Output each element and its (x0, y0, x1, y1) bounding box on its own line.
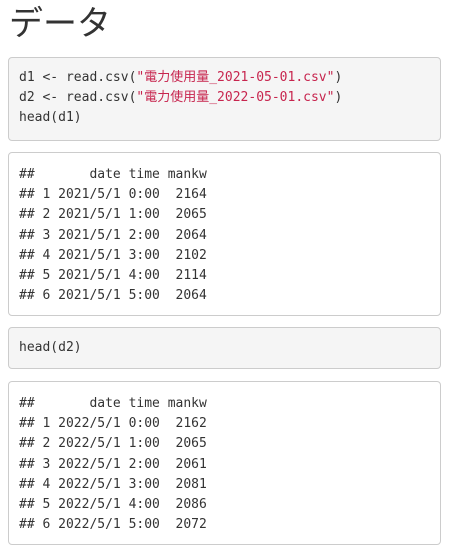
output-line: ## 3 2021/5/1 2:00 2064 (19, 227, 207, 243)
output-line: ## 1 2022/5/1 0:00 2162 (19, 416, 207, 432)
output-line: ## 6 2022/5/1 5:00 2072 (19, 517, 207, 533)
output-line: ## 1 2021/5/1 0:00 2164 (19, 187, 207, 203)
code-line: head(d1) (19, 110, 82, 126)
code-text: d2 <- read.csv( (19, 90, 137, 106)
code-line: d1 <- read.csv("電力使用量_2021-05-01.csv") (19, 68, 430, 88)
output-line: ## 6 2021/5/1 5:00 2064 (19, 288, 207, 304)
string-literal: "電力使用量_2022-05-01.csv" (136, 90, 335, 106)
code-line: d2 <- read.csv("電力使用量_2022-05-01.csv") (19, 88, 430, 108)
section-heading: データ (9, 4, 111, 44)
output-line: ## date time mankw (19, 396, 207, 411)
output-line: ## date time mankw (19, 167, 207, 182)
output-block-d2[interactable]: ## date time mankw ## 1 2022/5/1 0:00 216… (8, 381, 441, 545)
code-block-head-d2[interactable]: head(d2) (8, 327, 441, 369)
output-line: ## 3 2022/5/1 2:00 2061 (19, 456, 207, 472)
output-line: ## 5 2022/5/1 4:00 2086 (19, 496, 207, 512)
output-line: ## 2 2021/5/1 1:00 2065 (19, 207, 207, 223)
output-line: ## 4 2022/5/1 3:00 2081 (19, 476, 207, 492)
code-text: ) (334, 70, 343, 85)
code-block-read-data[interactable]: d1 <- read.csv("電力使用量_2021-05-01.csv") d2… (8, 57, 441, 141)
output-block-d1[interactable]: ## date time mankw ## 1 2021/5/1 0:00 216… (8, 152, 441, 316)
output-line: ## 5 2021/5/1 4:00 2114 (19, 267, 207, 283)
string-literal: "電力使用量_2021-05-01.csv" (136, 70, 335, 85)
code-text: ) (334, 90, 343, 106)
code-line: head(d2) (19, 340, 82, 355)
output-line: ## 2 2022/5/1 1:00 2065 (19, 436, 207, 452)
output-line: ## 4 2021/5/1 3:00 2102 (19, 247, 207, 263)
code-text: d1 <- read.csv( (19, 70, 137, 85)
